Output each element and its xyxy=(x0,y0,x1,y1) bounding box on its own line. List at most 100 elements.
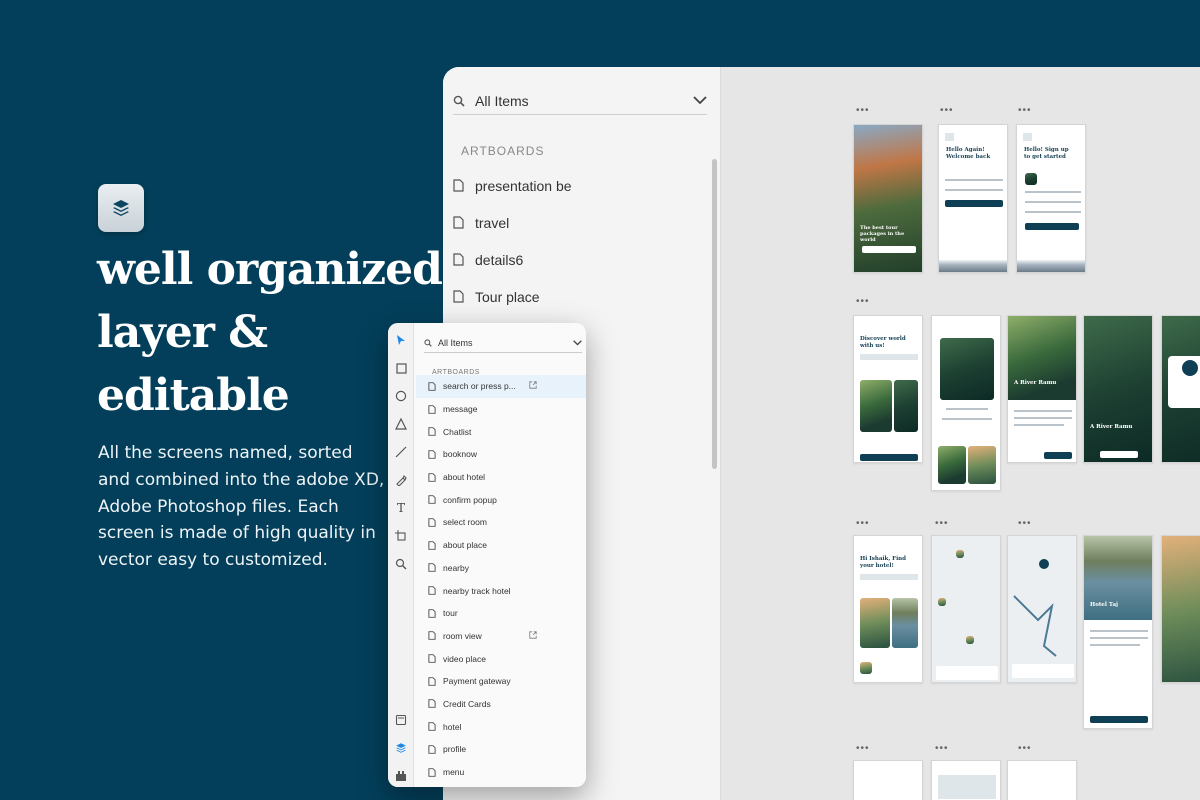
artboard-label: nearby track hotel xyxy=(443,585,511,596)
tool-bar: T xyxy=(388,323,414,787)
artboard-item[interactable]: tour xyxy=(416,602,586,625)
file-icon xyxy=(428,563,436,573)
confirm-popup-shape xyxy=(1168,356,1200,408)
ellipse-tool-icon[interactable] xyxy=(394,389,408,403)
artboard-item[interactable]: Payment gateway xyxy=(416,670,586,693)
artboard-item[interactable]: nearby track hotel xyxy=(416,579,586,602)
artboard-label: message xyxy=(443,404,478,415)
artboard-thumb[interactable]: Discover world with us! xyxy=(853,315,923,463)
artboard-label: nearby xyxy=(443,562,469,573)
artboard-item[interactable]: video place xyxy=(416,647,586,670)
artboard-thumb[interactable] xyxy=(1007,760,1077,800)
file-icon xyxy=(428,631,436,641)
artboard-tool-icon[interactable] xyxy=(394,529,408,543)
artboard-item-selected[interactable]: search or press p... xyxy=(416,375,586,398)
search-field[interactable]: All Items xyxy=(424,333,582,353)
artboard-item[interactable]: about place xyxy=(416,534,586,557)
artboard-menu-icon[interactable]: ••• xyxy=(1018,519,1032,529)
file-icon xyxy=(428,767,436,777)
artboard-menu-icon[interactable]: ••• xyxy=(935,519,949,529)
artboard-thumb[interactable]: The best tour packages in the world xyxy=(853,124,923,273)
search-field[interactable]: All Items xyxy=(453,87,707,115)
chevron-down-icon[interactable] xyxy=(573,339,582,346)
artboard-label: Chatlist xyxy=(443,426,472,437)
artboard-item[interactable]: Chatlist xyxy=(416,420,586,443)
hotel-card xyxy=(860,598,890,648)
message-bubble-shape xyxy=(938,775,996,799)
artboard-item[interactable]: booknow xyxy=(416,443,586,466)
pen-tool-icon[interactable] xyxy=(394,473,408,487)
room-photo xyxy=(1162,536,1200,682)
artboard-item[interactable]: hotel xyxy=(416,715,586,738)
place-card xyxy=(860,380,892,432)
artboard-item[interactable]: room view xyxy=(416,625,586,648)
artboard-title: Hello Again! Welcome back xyxy=(946,147,991,160)
design-canvas[interactable]: ••• The best tour packages in the world … xyxy=(721,67,1200,800)
polygon-tool-icon[interactable] xyxy=(394,417,408,431)
line-tool-icon[interactable] xyxy=(394,445,408,459)
artboard-menu-icon[interactable]: ••• xyxy=(856,106,870,116)
book-button-shape xyxy=(1090,716,1148,723)
artboard-menu-icon[interactable]: ••• xyxy=(935,744,949,754)
artboard-menu-icon[interactable]: ••• xyxy=(1018,106,1032,116)
text-line xyxy=(1090,644,1140,646)
external-link-icon[interactable] xyxy=(529,381,537,389)
artboard-thumb[interactable]: Hi Ishaik, Find your hotel! xyxy=(853,535,923,683)
artboard-item[interactable]: about hotel xyxy=(416,466,586,489)
file-icon xyxy=(453,290,464,303)
artboard-item[interactable]: message xyxy=(416,398,586,421)
artboard-thumb[interactable] xyxy=(1161,535,1200,683)
artboard-title: Hello! Sign up to get started xyxy=(1024,147,1069,160)
artboard-menu-icon[interactable]: ••• xyxy=(940,106,954,116)
file-icon xyxy=(453,253,464,266)
text-line xyxy=(942,418,992,420)
artboard-item[interactable]: confirm popup xyxy=(416,488,586,511)
artboard-thumb[interactable] xyxy=(853,760,923,800)
assets-icon[interactable] xyxy=(394,713,408,727)
avatar xyxy=(1025,173,1037,185)
section-label: ARTBOARDS xyxy=(461,144,545,158)
artboard-menu-icon[interactable]: ••• xyxy=(856,519,870,529)
mountain-image xyxy=(1017,253,1085,272)
artboard-menu-icon[interactable]: ••• xyxy=(856,744,870,754)
file-icon xyxy=(428,472,436,482)
text-line xyxy=(946,408,988,410)
artboard-item[interactable]: profile xyxy=(416,738,586,761)
artboard-thumb[interactable] xyxy=(931,315,1001,491)
chevron-down-icon[interactable] xyxy=(693,96,707,105)
artboard-thumb[interactable] xyxy=(931,760,1001,800)
artboard-menu-icon[interactable]: ••• xyxy=(1018,744,1032,754)
artboard-thumb[interactable]: Hotel Taj xyxy=(1083,535,1153,729)
artboard-list: search or press p... message Chatlist bo… xyxy=(416,375,586,783)
place-card xyxy=(938,446,966,484)
file-icon xyxy=(428,586,436,595)
artboard-thumb[interactable]: A River Ramu xyxy=(1083,315,1153,463)
artboard-menu-icon[interactable]: ••• xyxy=(856,297,870,307)
artboard-thumb[interactable] xyxy=(1161,315,1200,463)
select-tool-icon[interactable] xyxy=(394,333,408,347)
field-line xyxy=(945,189,1003,191)
layers-icon[interactable] xyxy=(394,741,408,755)
artboard-label: details6 xyxy=(475,251,524,268)
artboard-item[interactable]: presentation be xyxy=(453,167,703,204)
artboard-thumb[interactable] xyxy=(931,535,1001,683)
artboard-thumb[interactable]: Hello Again! Welcome back xyxy=(938,124,1008,273)
artboard-thumb[interactable] xyxy=(1007,535,1077,683)
artboard-item[interactable]: details6 xyxy=(453,241,703,278)
artboard-item[interactable]: nearby xyxy=(416,557,586,580)
plugins-icon[interactable] xyxy=(394,769,408,783)
zoom-tool-icon[interactable] xyxy=(394,557,408,571)
artboard-item[interactable]: select room xyxy=(416,511,586,534)
artboard-item[interactable]: Tour place xyxy=(453,278,703,315)
artboard-thumb[interactable]: A River Ramu xyxy=(1007,315,1077,463)
artboard-item[interactable]: travel xyxy=(453,204,703,241)
rectangle-tool-icon[interactable] xyxy=(394,361,408,375)
artboard-label: travel xyxy=(475,214,510,231)
text-tool-icon[interactable]: T xyxy=(394,501,408,515)
external-link-icon[interactable] xyxy=(529,630,537,639)
artboard-item[interactable]: Credit Cards xyxy=(416,693,586,716)
headline-line-2: layer & xyxy=(97,307,268,358)
artboard-item[interactable]: menu xyxy=(416,761,586,784)
scrollbar[interactable] xyxy=(712,159,717,469)
artboard-thumb[interactable]: Hello! Sign up to get started xyxy=(1016,124,1086,273)
